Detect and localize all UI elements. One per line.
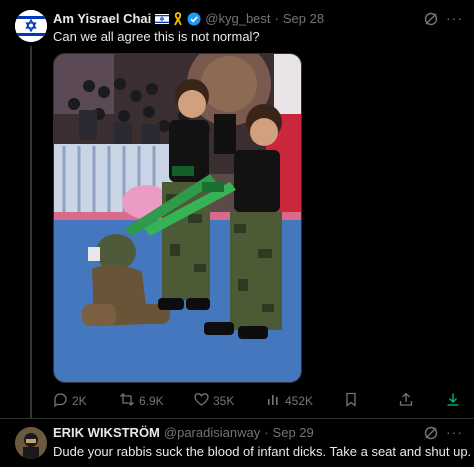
photo-scene-graphic	[54, 54, 301, 382]
tweet-photo[interactable]	[53, 53, 302, 383]
separator-dot: ·	[264, 425, 269, 440]
verified-badge-icon	[187, 12, 201, 26]
bookmark-icon	[345, 392, 357, 410]
repost-button[interactable]: 6.9K	[119, 392, 164, 410]
user-handle[interactable]: @kyg_best	[205, 11, 270, 26]
tweet-main[interactable]: Am Yisrael Chai @kyg_best · Sep 28 ··· C…	[0, 0, 474, 418]
reply-icon	[53, 392, 68, 410]
download-icon	[446, 392, 460, 410]
grok-icon[interactable]	[423, 11, 439, 27]
tweet-text: Can we all agree this is not normal?	[53, 29, 260, 44]
tweet-actions-bar: 2K 6.9K 35K 452K	[53, 392, 463, 410]
reply-count: 2K	[72, 394, 87, 408]
views-chart-icon	[267, 392, 281, 409]
share-button[interactable]	[399, 392, 413, 410]
israel-flag-icon	[155, 13, 170, 24]
reply-button[interactable]: 2K	[53, 392, 87, 410]
views-count: 452K	[285, 393, 314, 408]
avatar-user-photo[interactable]	[15, 427, 47, 459]
like-button[interactable]: 35K	[194, 392, 234, 410]
thread-connector-line	[30, 46, 32, 418]
share-icon	[399, 392, 413, 410]
more-options-icon[interactable]: ···	[446, 425, 463, 439]
tweet-text: Dude your rabbis suck the blood of infan…	[53, 444, 472, 459]
bookmark-button[interactable]	[345, 392, 357, 410]
repost-icon	[119, 392, 135, 410]
grok-icon[interactable]	[423, 425, 439, 441]
display-name[interactable]: Am Yisrael Chai	[53, 11, 151, 26]
views-button[interactable]: 452K	[267, 392, 313, 409]
like-count: 35K	[213, 394, 235, 408]
more-options-icon[interactable]: ···	[446, 11, 463, 25]
heart-icon	[194, 392, 209, 410]
separator-dot: ·	[274, 11, 279, 26]
post-date[interactable]: Sep 29	[273, 425, 314, 440]
tweet-reply[interactable]: ERIK WIKSTRÖM @paradisianway · Sep 29 ··…	[0, 418, 474, 467]
user-handle[interactable]: @paradisianway	[164, 425, 260, 440]
tweet-header: ERIK WIKSTRÖM @paradisianway · Sep 29	[53, 425, 314, 440]
tweet-header: Am Yisrael Chai @kyg_best · Sep 28	[53, 11, 324, 26]
yellow-ribbon-icon	[173, 11, 183, 26]
post-date[interactable]: Sep 28	[283, 11, 324, 26]
display-name[interactable]: ERIK WIKSTRÖM	[53, 425, 160, 440]
download-button[interactable]	[446, 392, 460, 410]
repost-count: 6.9K	[139, 394, 164, 408]
avatar-israel-flag[interactable]	[15, 10, 47, 42]
